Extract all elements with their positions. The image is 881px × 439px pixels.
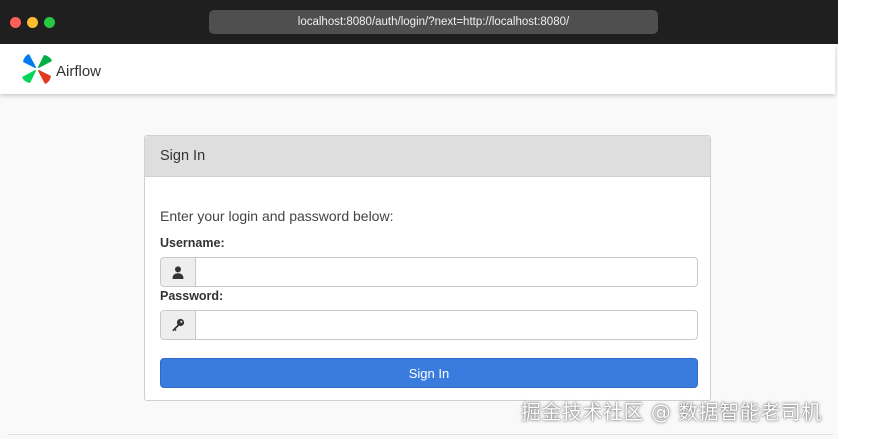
pinwheel-logo-icon <box>20 52 54 91</box>
browser-window: localhost:8080/auth/login/?next=http://l… <box>0 0 838 439</box>
footer-divider <box>8 434 833 435</box>
watermark-text: 掘金技术社区 @ 数据智能老司机 <box>521 400 822 424</box>
address-bar-url: localhost:8080/auth/login/?next=http://l… <box>297 16 570 28</box>
password-label: Password: <box>160 289 224 303</box>
username-input[interactable] <box>196 258 697 286</box>
password-input[interactable] <box>196 311 697 339</box>
minimize-window-button[interactable] <box>27 17 38 28</box>
close-window-button[interactable] <box>10 17 21 28</box>
password-input-group <box>160 310 698 340</box>
key-icon <box>161 311 196 339</box>
user-icon <box>161 258 196 286</box>
login-panel: Sign In Enter your login and password be… <box>144 135 711 401</box>
sign-in-button[interactable]: Sign In <box>160 358 698 388</box>
username-input-group <box>160 257 698 287</box>
browser-titlebar: localhost:8080/auth/login/?next=http://l… <box>0 0 838 44</box>
login-panel-heading: Sign In <box>145 136 710 177</box>
maximize-window-button[interactable] <box>44 17 55 28</box>
address-bar[interactable]: localhost:8080/auth/login/?next=http://l… <box>209 10 658 34</box>
brand-name: Airflow <box>56 63 102 80</box>
username-label: Username: <box>160 236 225 250</box>
login-instructions: Enter your login and password below: <box>160 208 394 224</box>
brand-link[interactable]: Airflow <box>20 52 101 91</box>
top-navbar: Airflow <box>0 44 835 94</box>
